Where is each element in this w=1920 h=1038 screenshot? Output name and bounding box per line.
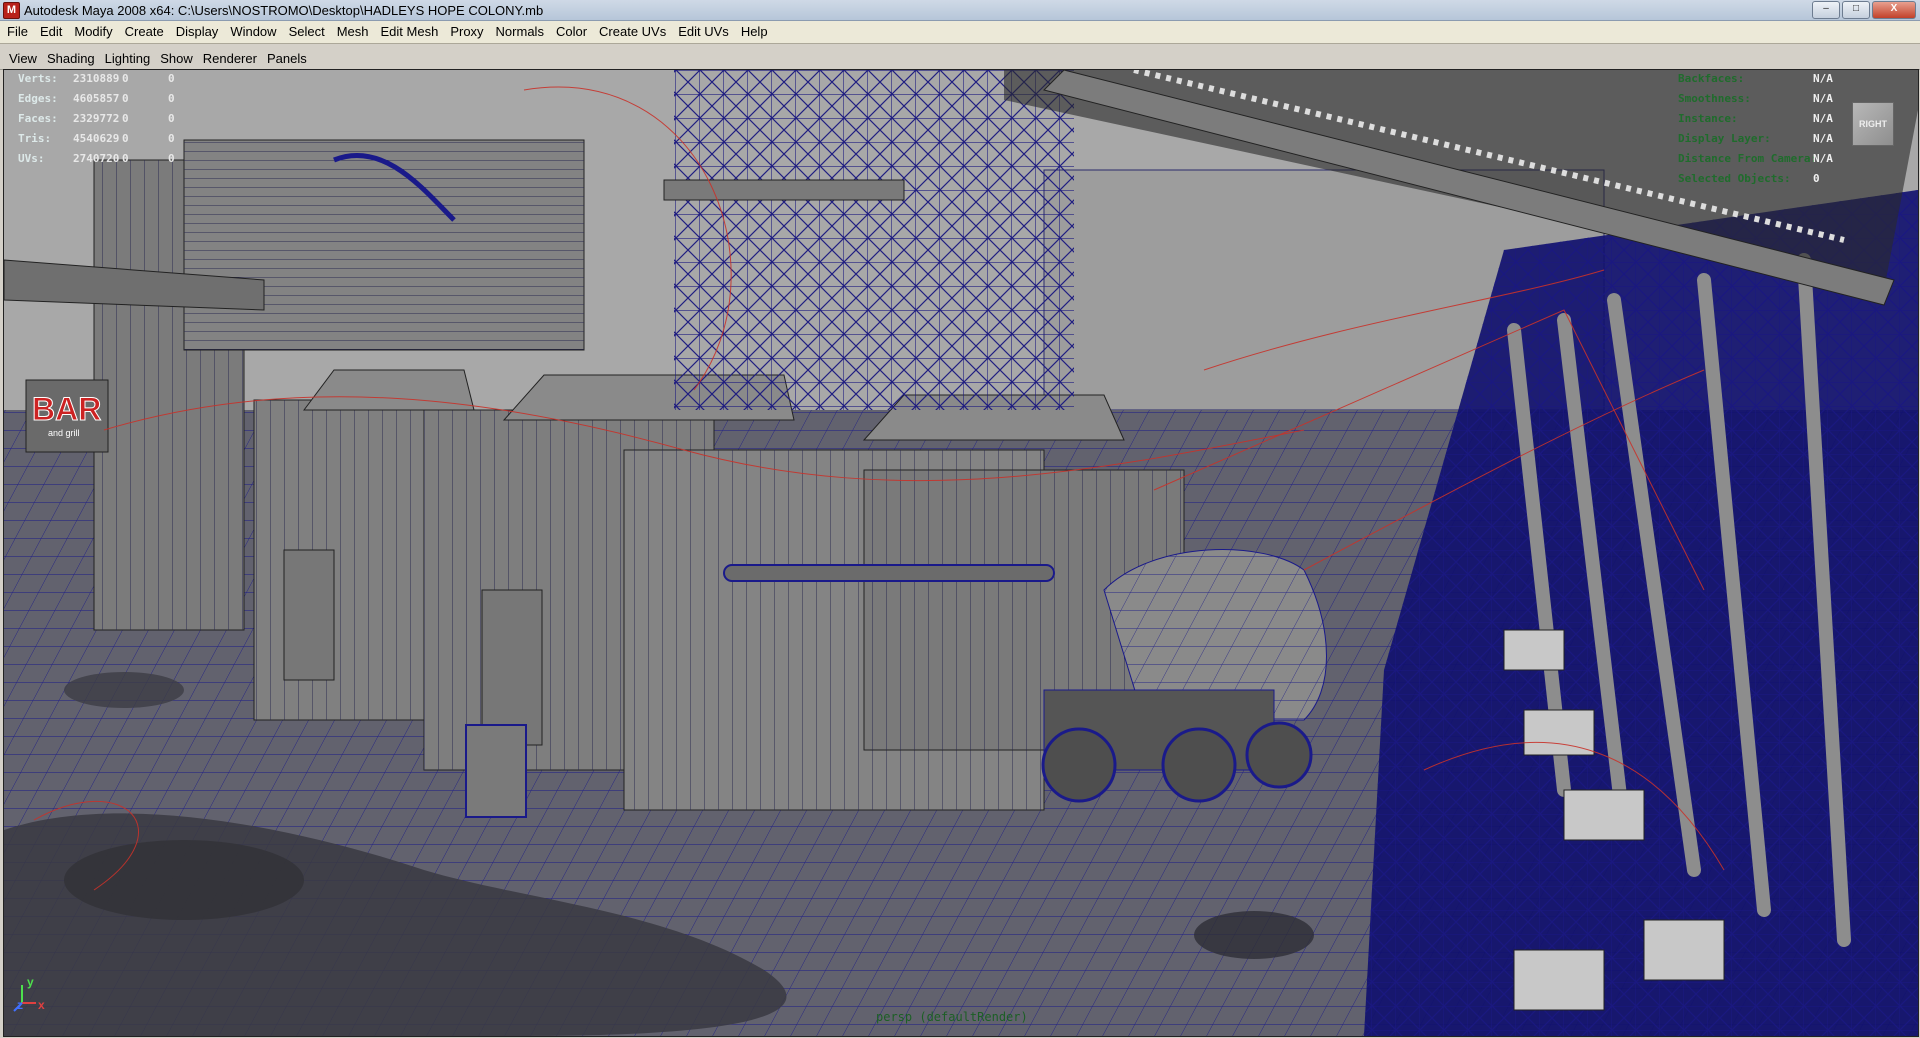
hud-row-selected: Selected Objects: 0: [1678, 172, 1838, 192]
viewcube[interactable]: RIGHT: [1852, 102, 1894, 146]
hud-value: 0: [122, 132, 129, 145]
hud-value: 0: [1813, 172, 1820, 185]
hud-row-distance: Distance From Camera: N/A: [1678, 152, 1838, 172]
title-bar: M Autodesk Maya 2008 x64: C:\Users\NOSTR…: [0, 0, 1920, 21]
hud-value: 0: [122, 72, 129, 85]
hud-value: 4540629: [73, 132, 120, 145]
hud-label: Display Layer:: [1678, 132, 1771, 145]
hud-value: 0: [168, 152, 175, 165]
hud-label: Faces:: [18, 112, 58, 125]
menu-edit[interactable]: Edit: [34, 21, 68, 43]
object-details-hud: Backfaces: N/A Smoothness: N/A Instance:…: [1678, 72, 1838, 192]
menu-edit-uvs[interactable]: Edit UVs: [672, 21, 735, 43]
menu-window[interactable]: Window: [224, 21, 282, 43]
hud-label: Edges:: [18, 92, 58, 105]
panel-menu-show[interactable]: Show: [155, 51, 198, 66]
menu-mesh[interactable]: Mesh: [331, 21, 375, 43]
hud-value: 0: [122, 112, 129, 125]
panel-menu-lighting[interactable]: Lighting: [100, 51, 156, 66]
hud-value: 2740720: [73, 152, 120, 165]
menu-help[interactable]: Help: [735, 21, 774, 43]
hud-value: N/A: [1813, 132, 1833, 145]
panel-menu-view[interactable]: View: [0, 51, 42, 66]
hud-value: 2310889: [73, 72, 120, 85]
menu-color[interactable]: Color: [550, 21, 593, 43]
hud-value: 0: [122, 152, 129, 165]
hud-row-instance: Instance: N/A: [1678, 112, 1838, 132]
menu-normals[interactable]: Normals: [490, 21, 550, 43]
hud-label: Instance:: [1678, 112, 1738, 125]
menu-edit-mesh[interactable]: Edit Mesh: [375, 21, 445, 43]
maximize-button[interactable]: □: [1842, 1, 1870, 19]
hud-value: 0: [122, 92, 129, 105]
hud-row-smoothness: Smoothness: N/A: [1678, 92, 1838, 112]
menu-create[interactable]: Create: [119, 21, 170, 43]
menu-file[interactable]: File: [0, 21, 34, 43]
hud-value: N/A: [1813, 92, 1833, 105]
hud-label: Backfaces:: [1678, 72, 1745, 85]
minimize-button[interactable]: –: [1812, 1, 1840, 19]
window-controls: – □ X: [1812, 1, 1916, 19]
panel-menu-panels[interactable]: Panels: [262, 51, 312, 66]
hud-value: 4605857: [73, 92, 120, 105]
menu-create-uvs[interactable]: Create UVs: [593, 21, 672, 43]
hud-value: 0: [168, 72, 175, 85]
hud-label: Smoothness:: [1678, 92, 1751, 105]
panel-menu-shading[interactable]: Shading: [42, 51, 100, 66]
camera-name-label: persp (defaultRender): [876, 1010, 1028, 1024]
hud-label: Distance From Camera:: [1678, 152, 1818, 165]
bar-sign-subtitle: and grill: [48, 428, 80, 438]
hud-label: Selected Objects:: [1678, 172, 1791, 185]
scene-render: BAR and grill: [4, 70, 1918, 1036]
menu-proxy[interactable]: Proxy: [444, 21, 489, 43]
hud-value: 2329772: [73, 112, 120, 125]
hud-row-display-layer: Display Layer: N/A: [1678, 132, 1838, 152]
hud-value: 0: [168, 112, 175, 125]
menu-select[interactable]: Select: [283, 21, 331, 43]
bar-sign-title: BAR: [32, 391, 101, 427]
hud-value: 0: [168, 132, 175, 145]
panel-menu-bar: View Shading Lighting Show Renderer Pane…: [0, 47, 1920, 70]
maya-app-icon: M: [3, 1, 20, 19]
hud-value: N/A: [1813, 112, 1833, 125]
hud-label: Tris:: [18, 132, 52, 145]
menu-display[interactable]: Display: [170, 21, 225, 43]
axis-gizmo-icon: y x z: [8, 975, 48, 1020]
hud-label: UVs:: [18, 152, 45, 165]
hud-label: Verts:: [18, 72, 58, 85]
axis-z-label: z: [17, 998, 23, 1012]
menu-modify[interactable]: Modify: [68, 21, 118, 43]
hud-value: N/A: [1813, 152, 1833, 165]
main-menu-bar: File Edit Modify Create Display Window S…: [0, 21, 1920, 44]
hud-value: N/A: [1813, 72, 1833, 85]
perspective-viewport[interactable]: BAR and grill Verts: 2310889 0 0 Edges: …: [3, 69, 1919, 1037]
axis-x-label: x: [38, 998, 45, 1012]
axis-y-label: y: [27, 975, 34, 989]
hud-value: 0: [168, 92, 175, 105]
close-button[interactable]: X: [1872, 1, 1916, 19]
window-title: Autodesk Maya 2008 x64: C:\Users\NOSTROM…: [24, 2, 544, 18]
hud-row-backfaces: Backfaces: N/A: [1678, 72, 1838, 92]
panel-menu-renderer[interactable]: Renderer: [198, 51, 262, 66]
